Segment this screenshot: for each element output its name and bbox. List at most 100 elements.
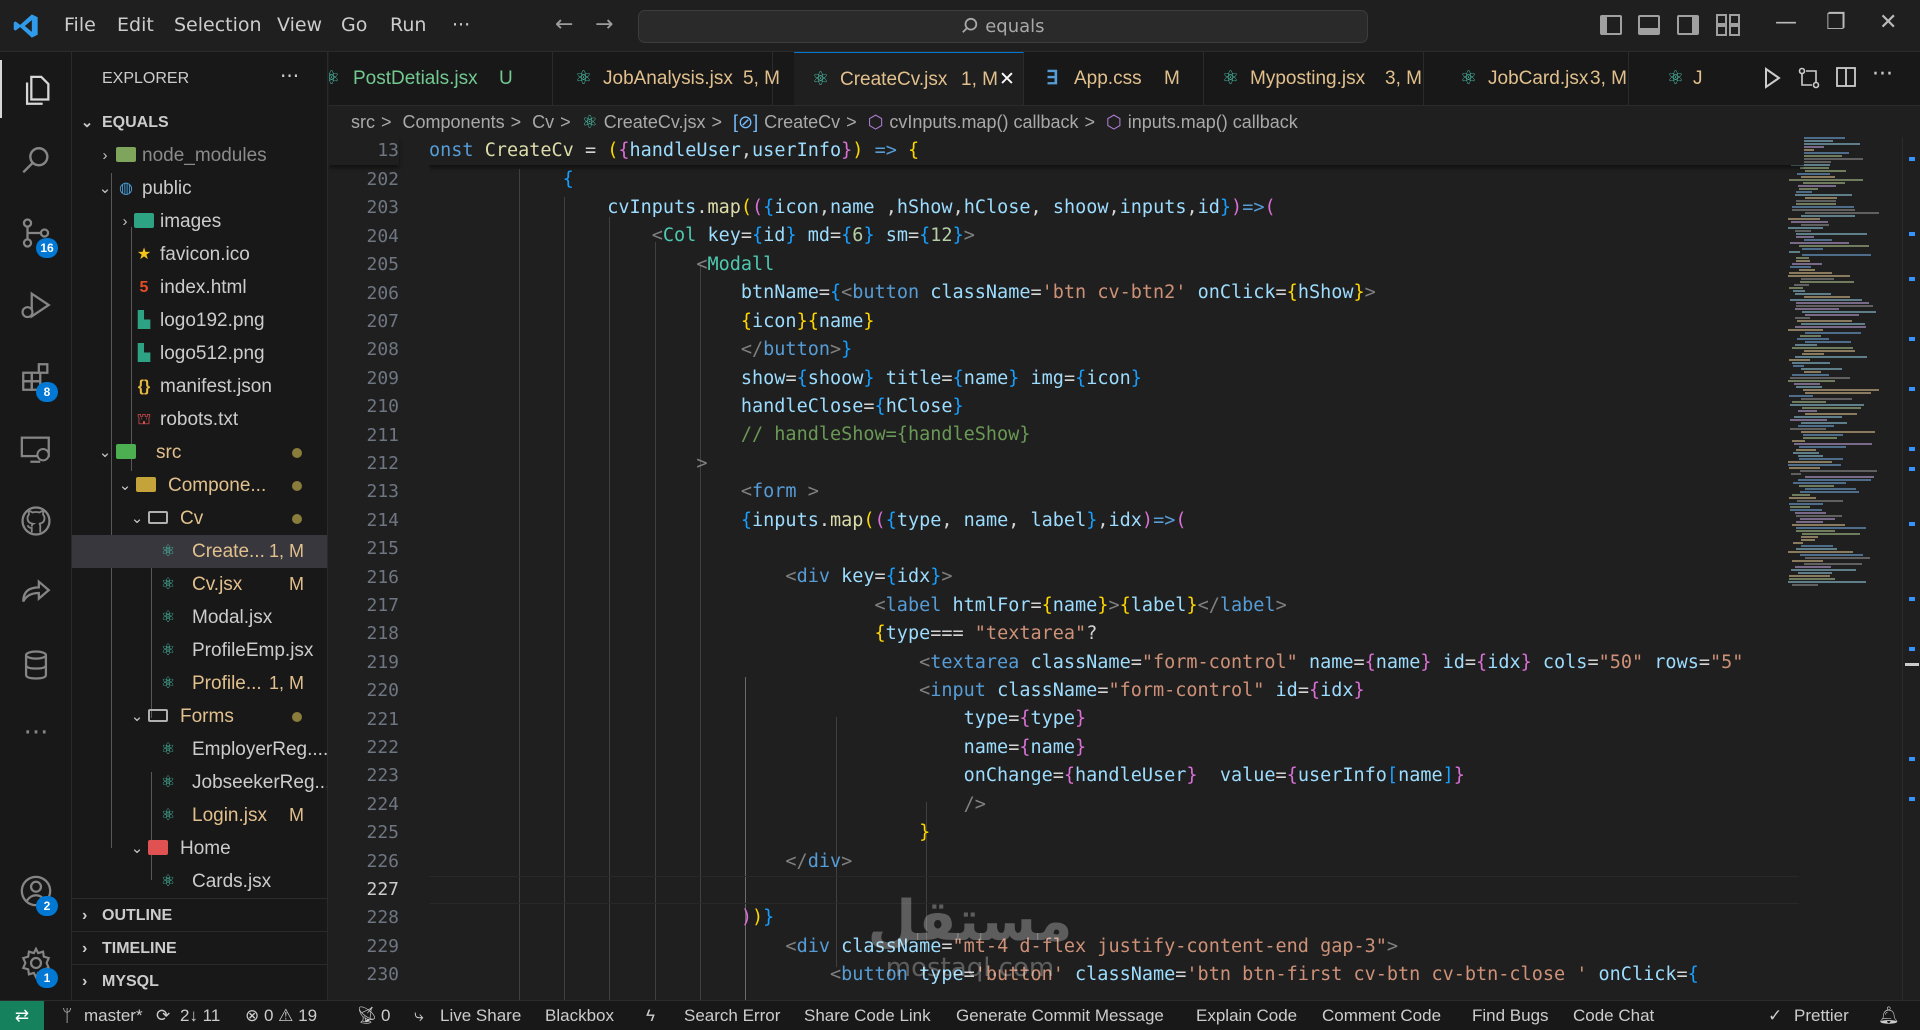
code-line[interactable]: {icon}{name} — [429, 308, 875, 336]
breadcrumb-components[interactable]: Components — [403, 112, 505, 132]
tree-item-cv-folder[interactable]: ⌄ Cv — [72, 502, 327, 535]
outline-section[interactable]: › OUTLINE — [72, 898, 327, 931]
code-line[interactable]: cvInputs.map(({icon,name ,hShow,hClose, … — [429, 194, 1275, 222]
code-line[interactable]: show={shoow} title={name} img={icon} — [429, 365, 1142, 393]
menu-go[interactable]: Go — [341, 14, 367, 36]
tab-myposting[interactable]: ⚛ Myposting.jsx 3, M — [1204, 52, 1424, 105]
code-line[interactable]: onChange={handleUser} value={userInfo[na… — [429, 762, 1465, 790]
run-file-icon[interactable] — [1761, 66, 1783, 90]
ports-count[interactable]: 0 — [381, 1001, 390, 1030]
current-code-line[interactable] — [429, 876, 1799, 905]
tree-item-components[interactable]: ⌄ Compone... — [72, 469, 327, 502]
breadcrumb-symbol-createcv[interactable]: CreateCv — [764, 112, 840, 132]
workspace-root[interactable]: ⌄ EQUALS — [72, 106, 327, 139]
tree-item-images[interactable]: › images — [72, 205, 327, 238]
code-line[interactable]: <form > — [429, 478, 819, 506]
timeline-section[interactable]: › TIMELINE — [72, 931, 327, 964]
tree-item-home-folder[interactable]: ⌄ Home — [72, 832, 327, 865]
search-activity[interactable] — [0, 130, 72, 188]
tree-item-jobseekerreg[interactable]: ⚛ JobseekerReg... — [72, 766, 327, 799]
code-line[interactable] — [429, 535, 440, 563]
tree-item-public[interactable]: ⌄ ◍ public — [72, 172, 327, 205]
breadcrumb-cv[interactable]: Cv — [532, 112, 554, 132]
minimize-button[interactable]: — — [1775, 10, 1797, 35]
code-line[interactable]: btnName={<button className='btn cv-btn2'… — [429, 279, 1376, 307]
menu-file[interactable]: File — [64, 14, 96, 36]
run-debug-activity[interactable] — [0, 274, 72, 332]
tree-item-profileemp-jsx[interactable]: ⚛ ProfileEmp.jsx — [72, 634, 327, 667]
code-line[interactable]: /> — [429, 791, 986, 819]
toggle-panel-icon[interactable] — [1638, 15, 1660, 35]
menu-view[interactable]: View — [277, 14, 322, 36]
tree-item-login-jsx[interactable]: ⚛ Login.jsx M — [72, 799, 327, 832]
close-window-button[interactable]: ✕ — [1879, 10, 1897, 35]
live-share-activity[interactable] — [0, 562, 72, 620]
explorer-activity[interactable] — [0, 60, 72, 118]
code-line[interactable]: type={type} — [429, 705, 1087, 733]
tree-item-logo192[interactable]: ▙ logo192.png — [72, 304, 327, 337]
status-find-bugs[interactable]: Find Bugs — [1472, 1001, 1549, 1030]
github-activity[interactable] — [0, 490, 72, 548]
tab-app-css[interactable]: ∃ App.css M — [1024, 52, 1204, 105]
code-line[interactable]: </button>} — [429, 336, 852, 364]
toggle-secondary-sidebar-icon[interactable] — [1677, 15, 1699, 35]
code-line[interactable]: <label htmlFor={name}>{label}</label> — [429, 592, 1287, 620]
status-live-share[interactable]: Live Share — [440, 1001, 521, 1030]
tree-item-cv-jsx[interactable]: ⚛ Cv.jsx M — [72, 568, 327, 601]
code-editor[interactable]: 13 202 203 204 205 206 207 208 209 210 211 212 213 2… — [329, 137, 1920, 1000]
restore-button[interactable]: ❐ — [1826, 10, 1846, 35]
command-center-search[interactable]: equals — [638, 10, 1368, 43]
back-arrow-icon[interactable]: ← — [555, 12, 573, 37]
code-line[interactable]: {type=== "textarea"? — [429, 620, 1098, 648]
tab-postdetials[interactable]: ⚛ PostDetials.jsx U — [329, 52, 553, 105]
tree-item-profile[interactable]: ⚛ Profile... 1, M — [72, 667, 327, 700]
menu-more-button[interactable]: ··· — [452, 14, 470, 36]
status-search-error[interactable]: Search Error — [684, 1001, 780, 1030]
tab-overflow[interactable]: ⚛ J — [1629, 52, 1703, 105]
tab-createcv[interactable]: ⚛ CreateCv.jsx 1, M ✕ — [794, 52, 1024, 105]
tree-item-src[interactable]: ⌄ src — [72, 436, 327, 469]
more-activities-button[interactable]: ··· — [0, 704, 72, 762]
database-activity[interactable] — [0, 634, 72, 692]
status-comment-code[interactable]: Comment Code — [1322, 1001, 1441, 1030]
breadcrumb-src[interactable]: src — [351, 112, 375, 132]
more-actions-button[interactable]: ··· — [1872, 62, 1893, 87]
status-blackbox[interactable]: Blackbox — [545, 1001, 614, 1030]
manage-activity[interactable]: 1 — [0, 932, 72, 990]
status-explain-code[interactable]: Explain Code — [1196, 1001, 1297, 1030]
tab-close-button[interactable]: ✕ — [999, 53, 1015, 105]
code-line[interactable]: handleClose={hClose} — [429, 393, 964, 421]
code-line[interactable]: <input className="form-control" id={idx} — [429, 677, 1365, 705]
tree-item-modal-jsx[interactable]: ⚛ Modal.jsx — [72, 601, 327, 634]
code-line[interactable]: // handleShow={handleShow} — [429, 421, 1031, 449]
status-share-code-link[interactable]: Share Code Link — [804, 1001, 931, 1030]
code-line[interactable]: {inputs.map(({type, name, label},idx)=>( — [429, 507, 1187, 535]
code-line[interactable]: </div> — [429, 848, 852, 876]
code-line[interactable]: ))} — [429, 904, 774, 932]
menu-edit[interactable]: Edit — [117, 14, 154, 36]
breadcrumb-symbol-cvinputs[interactable]: cvInputs.map() callback — [889, 112, 1078, 132]
code-line[interactable]: > — [429, 450, 707, 478]
compare-changes-icon[interactable] — [1797, 66, 1821, 90]
git-branch[interactable]: master* — [84, 1001, 143, 1030]
notifications-bell-icon[interactable]: 🔔︎ — [1878, 1001, 1900, 1030]
remote-explorer-activity[interactable] — [0, 418, 72, 476]
code-line[interactable]: } — [429, 819, 930, 847]
tree-item-robots[interactable]: ⛫ robots.txt — [72, 403, 327, 436]
tree-item-node-modules[interactable]: › node_modules — [72, 139, 327, 172]
tree-item-logo512[interactable]: ▙ logo512.png — [72, 337, 327, 370]
status-prettier[interactable]: Prettier — [1794, 1001, 1849, 1030]
tree-item-employerreg[interactable]: ⚛ EmployerReg.... — [72, 733, 327, 766]
tab-jobanalysis[interactable]: ⚛ JobAnalysis.jsx 5, M — [553, 52, 780, 105]
breadcrumb-symbol-inputs[interactable]: inputs.map() callback — [1128, 112, 1298, 132]
code-line[interactable]: <textarea className="form-control" name=… — [429, 649, 1743, 677]
tree-item-index-html[interactable]: 5 index.html — [72, 271, 327, 304]
breadcrumb-file[interactable]: CreateCv.jsx — [604, 112, 706, 132]
code-line[interactable]: <div key={idx}> — [429, 563, 952, 591]
code-line[interactable]: name={name} — [429, 734, 1087, 762]
problems-indicator[interactable]: ⊗ 0 ⚠ 19 — [245, 1001, 317, 1030]
minimap[interactable] — [1780, 137, 1902, 1000]
code-line[interactable]: <Col key={id} md={6} sm={12}> — [429, 222, 975, 250]
status-code-chat[interactable]: Code Chat — [1573, 1001, 1654, 1030]
explorer-more-button[interactable]: ··· — [280, 64, 299, 88]
